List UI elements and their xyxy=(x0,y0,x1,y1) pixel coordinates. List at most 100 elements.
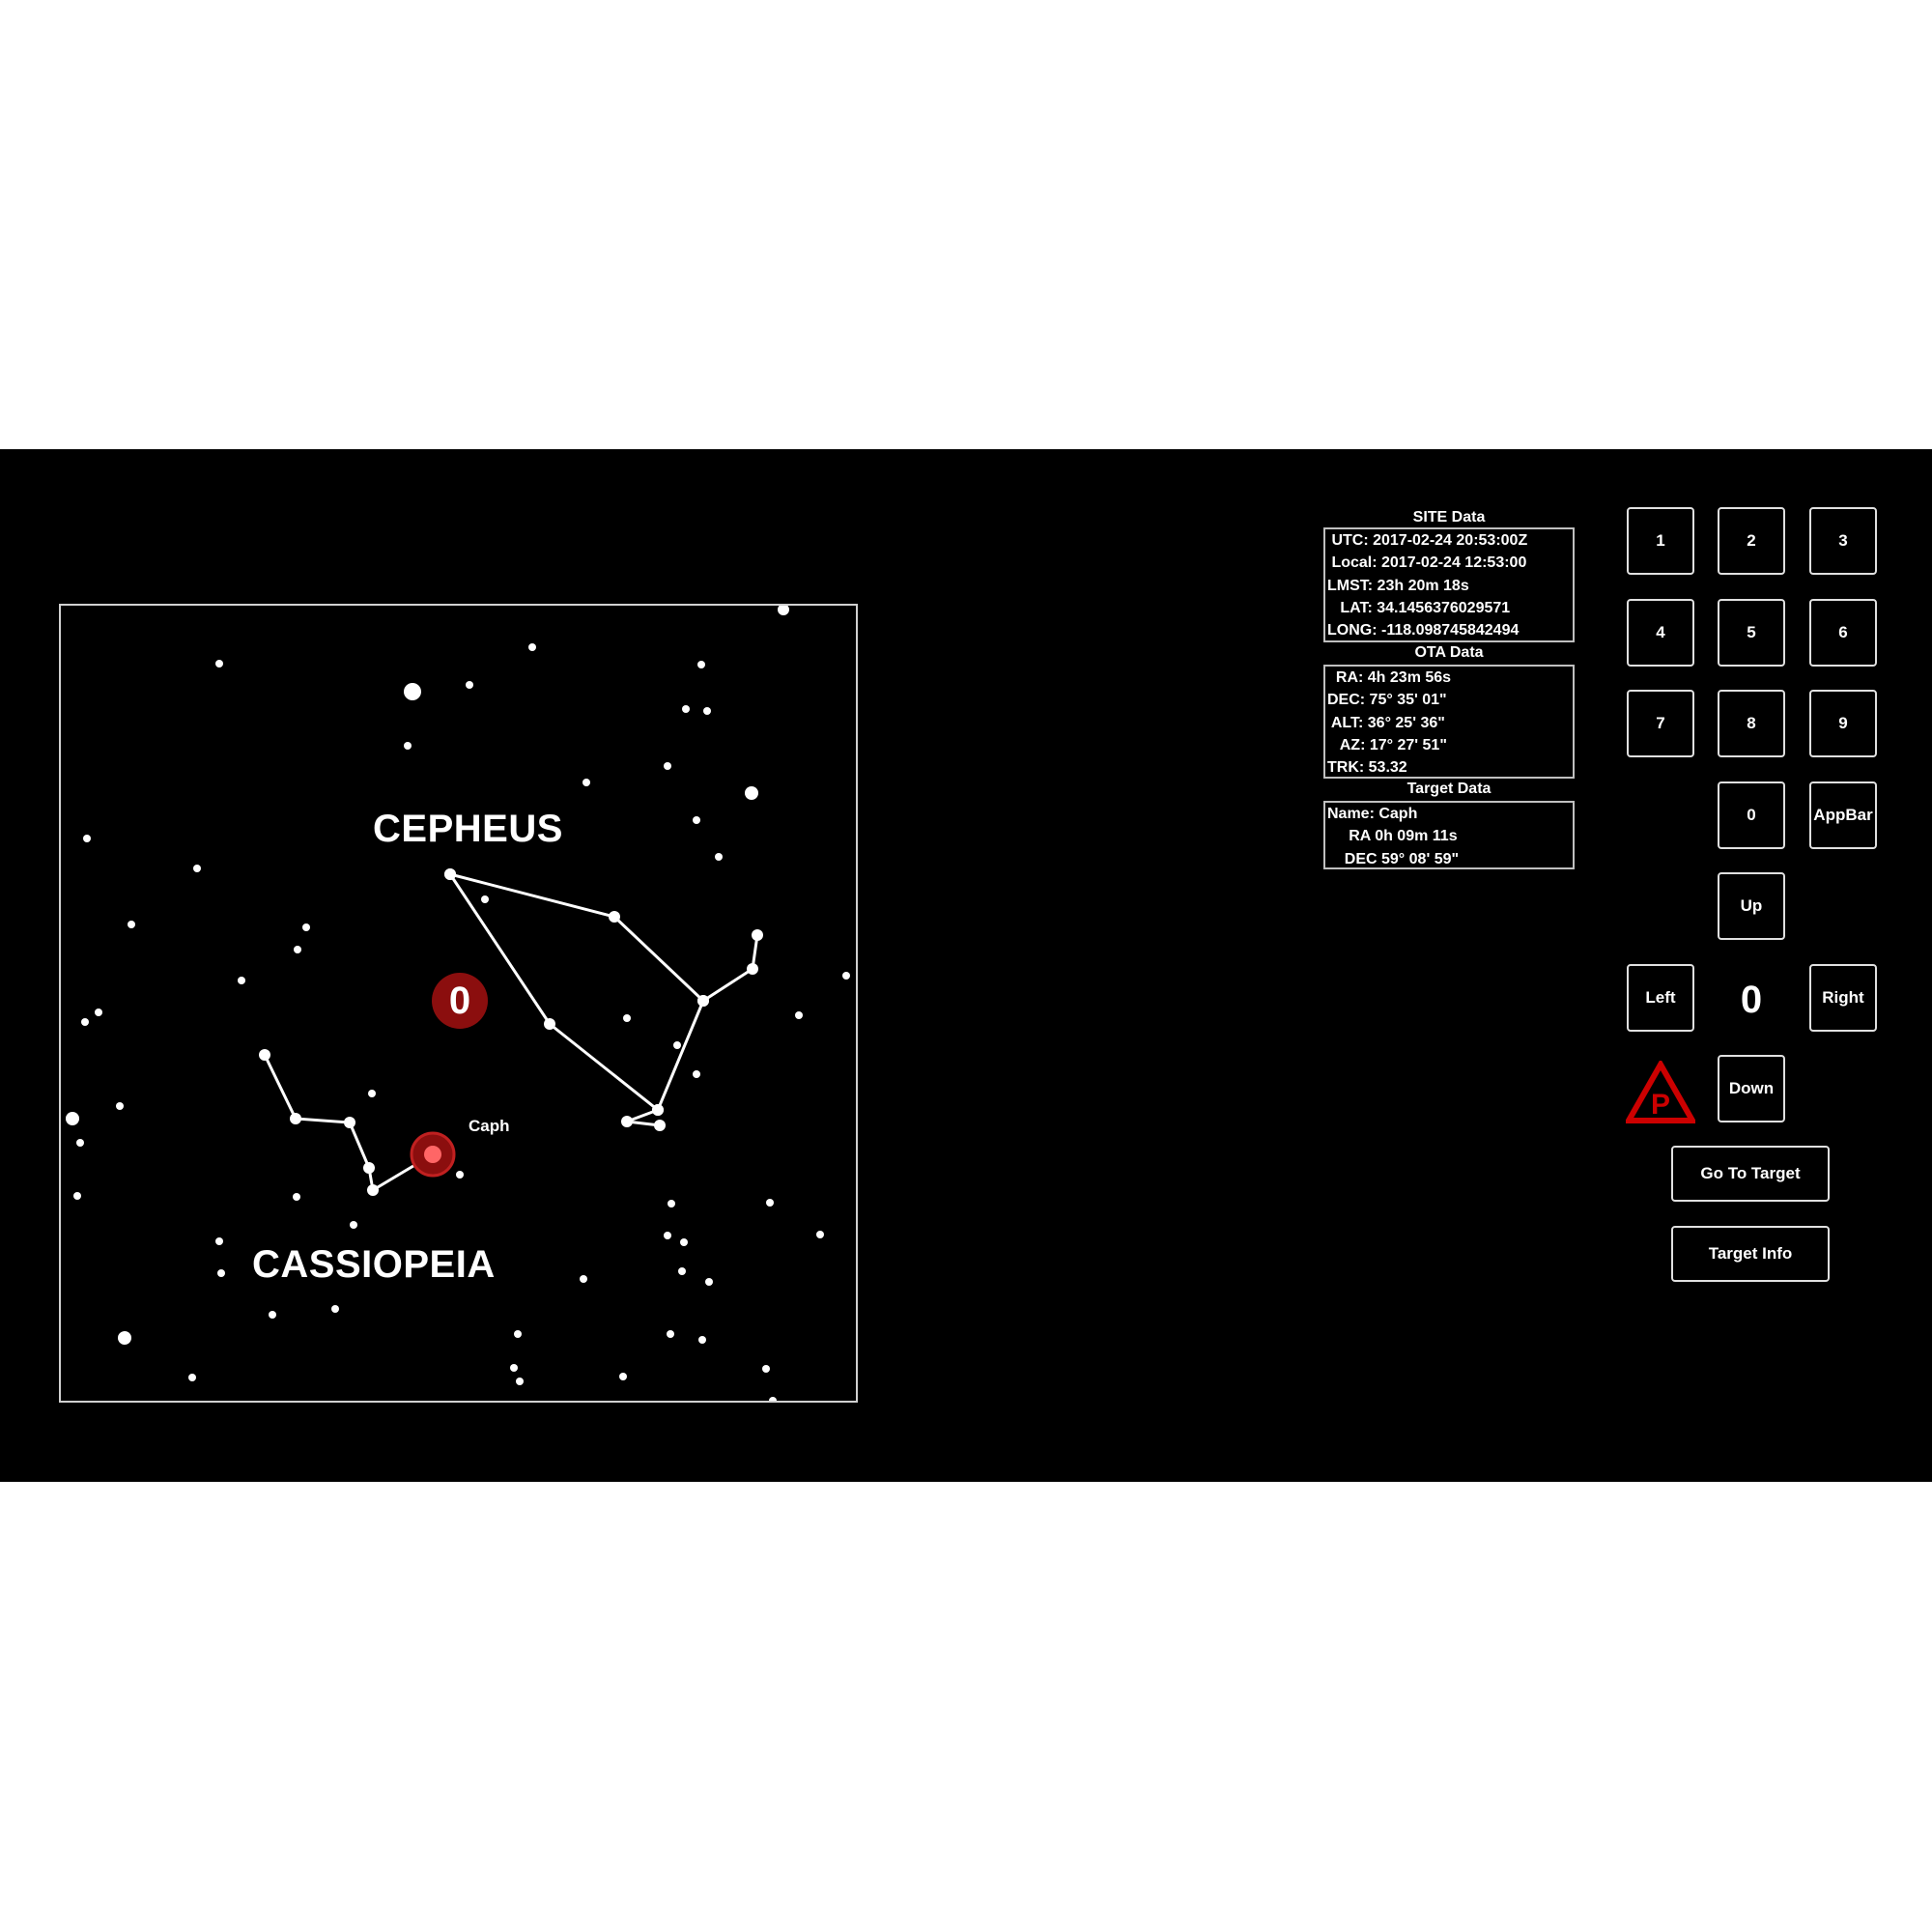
cassiopeia-line-star-3 xyxy=(363,1162,375,1174)
star-0 xyxy=(778,606,789,615)
ota-data-panel: RA: 4h 23m 56s DEC: 75° 35' 01" ALT: 36°… xyxy=(1323,665,1575,779)
star-3 xyxy=(697,661,705,668)
site-lat: LAT: 34.1456376029571 xyxy=(1327,599,1511,616)
sky-map[interactable]: CEPHEUS CASSIOPEIA 0 Caph xyxy=(59,604,858,1403)
star-45 xyxy=(118,1331,131,1345)
cepheus-foot-line-star-0 xyxy=(652,1104,664,1116)
star-49 xyxy=(698,1336,706,1344)
key-5[interactable]: 5 xyxy=(1718,599,1785,667)
key-4[interactable]: 4 xyxy=(1627,599,1694,667)
site-data-panel: UTC: 2017-02-24 20:53:00Z Local: 2017-02… xyxy=(1323,527,1575,642)
star-35 xyxy=(664,1232,671,1239)
star-11 xyxy=(745,786,758,800)
star-12 xyxy=(693,816,700,824)
star-40 xyxy=(580,1275,587,1283)
key-6[interactable]: 6 xyxy=(1809,599,1877,667)
cepheus-line-star-4 xyxy=(544,1018,555,1030)
star-15 xyxy=(193,865,201,872)
star-28 xyxy=(76,1139,84,1147)
star-22 xyxy=(795,1011,803,1019)
star-6 xyxy=(682,705,690,713)
star-29 xyxy=(456,1171,464,1179)
star-1 xyxy=(215,660,223,668)
key-0[interactable]: 0 xyxy=(1718,781,1785,849)
up-button[interactable]: Up xyxy=(1718,872,1785,940)
site-local: Local: 2017-02-24 12:53:00 xyxy=(1327,554,1527,572)
go-to-target-button[interactable]: Go To Target xyxy=(1671,1146,1830,1202)
star-20 xyxy=(238,977,245,984)
star-31 xyxy=(73,1192,81,1200)
park-warning-icon[interactable]: P xyxy=(1623,1058,1698,1124)
star-32 xyxy=(668,1200,675,1208)
key-8[interactable]: 8 xyxy=(1718,690,1785,757)
star-54 xyxy=(769,1397,777,1401)
target-ra: RA 0h 09m 11s xyxy=(1327,828,1458,845)
star-57 xyxy=(693,1070,700,1078)
target-dec: DEC 59° 08' 59" xyxy=(1327,850,1460,867)
star-34 xyxy=(816,1231,824,1238)
slew-rate-display: 0 xyxy=(1740,979,1763,1021)
key-7[interactable]: 7 xyxy=(1627,690,1694,757)
cepheus-tail-line-star-1 xyxy=(747,963,758,975)
key-1[interactable]: 1 xyxy=(1627,507,1694,575)
star-48 xyxy=(667,1330,674,1338)
cepheus-foot-line-star-1 xyxy=(621,1116,633,1127)
star-42 xyxy=(705,1278,713,1286)
star-50 xyxy=(510,1364,518,1372)
svg-text:P: P xyxy=(1651,1089,1670,1121)
cassiopeia-line-star-1 xyxy=(290,1113,301,1124)
star-43 xyxy=(269,1311,276,1319)
star-53 xyxy=(762,1365,770,1373)
target-name: Name: Caph xyxy=(1327,806,1418,822)
key-2[interactable]: 2 xyxy=(1718,507,1785,575)
star-44 xyxy=(331,1305,339,1313)
star-16 xyxy=(481,895,489,903)
key-3[interactable]: 3 xyxy=(1809,507,1877,575)
target-data-title: Target Data xyxy=(1406,781,1492,797)
cassiopeia-line-star-0 xyxy=(259,1049,270,1061)
constellation-label-cassiopeia: CASSIOPEIA xyxy=(252,1243,496,1286)
site-data-title: SITE Data xyxy=(1412,509,1486,526)
star-36 xyxy=(680,1238,688,1246)
star-33 xyxy=(766,1199,774,1207)
cassiopeia-line-star-4 xyxy=(367,1184,379,1196)
star-47 xyxy=(514,1330,522,1338)
star-38 xyxy=(215,1237,223,1245)
site-lmst: LMST: 23h 20m 18s xyxy=(1327,577,1469,594)
star-4 xyxy=(404,683,421,700)
star-13 xyxy=(715,853,723,861)
key-9[interactable]: 9 xyxy=(1809,690,1877,757)
star-30 xyxy=(293,1193,300,1201)
cassiopeia-line-star-2 xyxy=(344,1117,355,1128)
down-button[interactable]: Down xyxy=(1718,1055,1785,1122)
star-17 xyxy=(128,921,135,928)
star-18 xyxy=(302,923,310,931)
target-data-panel: Name: Caph RA 0h 09m 11s DEC 59° 08' 59" xyxy=(1323,801,1575,869)
star-51 xyxy=(516,1378,524,1385)
constellation-label-cepheus: CEPHEUS xyxy=(373,808,563,850)
star-39 xyxy=(217,1269,225,1277)
cepheus-line xyxy=(448,872,705,1113)
star-5 xyxy=(466,681,473,689)
appbar-button[interactable]: AppBar xyxy=(1809,781,1877,849)
target-info-button[interactable]: Target Info xyxy=(1671,1226,1830,1282)
star-21 xyxy=(842,972,850,980)
ota-ra: RA: 4h 23m 56s xyxy=(1327,669,1452,686)
cepheus-line-star-1 xyxy=(609,911,620,923)
star-41 xyxy=(678,1267,686,1275)
target-star xyxy=(424,1146,441,1163)
star-8 xyxy=(404,742,412,750)
star-37 xyxy=(350,1221,357,1229)
ota-alt: ALT: 36° 25' 36" xyxy=(1327,714,1445,731)
cepheus-line-star-5 xyxy=(444,868,456,880)
star-14 xyxy=(83,835,91,842)
right-button[interactable]: Right xyxy=(1809,964,1877,1032)
cepheus-tail-line-star-0 xyxy=(697,995,709,1007)
star-19 xyxy=(294,946,301,953)
ota-data-title: OTA Data xyxy=(1414,644,1484,661)
left-button[interactable]: Left xyxy=(1627,964,1694,1032)
star-7 xyxy=(703,707,711,715)
star-56 xyxy=(673,1041,681,1049)
site-utc: UTC: 2017-02-24 20:53:00Z xyxy=(1327,532,1528,549)
star-46 xyxy=(188,1374,196,1381)
